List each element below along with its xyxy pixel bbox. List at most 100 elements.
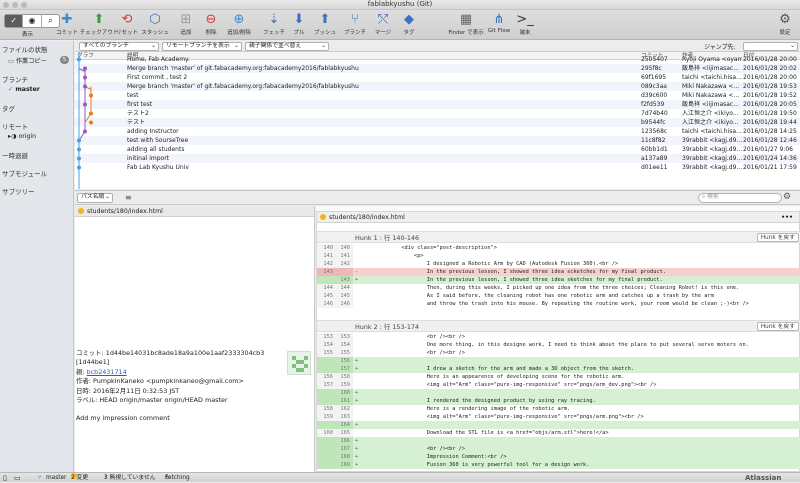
table-row[interactable]: first test f2fd539 飯島祥 <iijimasac... 2016/0… xyxy=(75,100,800,109)
line-sign xyxy=(355,429,358,437)
tag-icon: ◆ xyxy=(404,12,414,27)
commit-date: 2016/01/28 20:00 xyxy=(743,56,797,63)
diff-line[interactable]: 155 155 <br /><br /> xyxy=(317,349,800,357)
addremove-button[interactable]: ⊕ 追加/削除 xyxy=(224,12,254,36)
list-view-icon[interactable]: ≡ xyxy=(125,193,132,203)
parent-hash-link[interactable]: bcb2431714 xyxy=(87,368,127,376)
commit-author: Ryoji Oyama <oyama... xyxy=(682,56,742,63)
terminal-button[interactable]: >_ 端末 xyxy=(510,12,540,36)
branch-filter-dropdown[interactable]: すべてのブランチ ⌄ xyxy=(79,42,159,51)
line-text: <img alt="Arm" class="pure-img-responsiv… xyxy=(363,382,657,388)
diff-line[interactable]: 153 153 <br /><br /> xyxy=(317,333,800,341)
diff-line[interactable]: 144 144 Then, during this weeks, I picked… xyxy=(317,284,800,292)
search-input[interactable]: ⌕ 検索 xyxy=(698,193,782,203)
settings-button[interactable]: ⚙ 設定 xyxy=(770,12,800,36)
diff-line[interactable]: 167 + <br /><br /> xyxy=(317,445,800,453)
diff-line[interactable]: 161 + I rendered the designed product by … xyxy=(317,397,800,405)
finder-button[interactable]: ▦ Finder で表示 xyxy=(448,12,483,36)
table-row[interactable]: test with SourseTree 11c8f82 39rabbit <kag… xyxy=(75,136,800,145)
commit-desc: test with SourseTree xyxy=(127,137,189,144)
author-label: 作者: xyxy=(76,377,91,386)
diff-line[interactable]: 141 141 <p> xyxy=(317,252,800,260)
remote-filter-dropdown[interactable]: リモートブランチを表示 ⌄ xyxy=(162,42,242,51)
diff-line[interactable]: 168 + Impression Comment:<br /> xyxy=(317,453,800,461)
diff-line[interactable]: 142 142 I designed a Robotic Arm by CAD (… xyxy=(317,260,800,268)
commit-node xyxy=(83,129,87,134)
diff-line[interactable]: 158 162 Here is a rendering image of the … xyxy=(317,405,800,413)
line-number: 156 xyxy=(340,358,350,364)
line-number: 142 xyxy=(340,261,350,267)
eye-icon[interactable]: ◉ xyxy=(23,15,42,27)
diff-line[interactable]: 160 165 Download the STL file is <a href=… xyxy=(317,429,800,437)
diff-line[interactable]: 166 + xyxy=(317,437,800,445)
sidebar-item-working-copy[interactable]: ▭ 作業コピー 5 xyxy=(0,55,73,66)
line-number: 146 xyxy=(323,301,333,307)
commit-commit: d39c600 xyxy=(641,92,668,99)
line-sign xyxy=(355,252,358,260)
diff-line[interactable]: 157 + I drew a sketch for the arm and mad… xyxy=(317,365,800,373)
diff-line[interactable]: 143 + In the previous lesson, I showed th… xyxy=(317,276,800,284)
sidebar-item-origin[interactable]: ▸◑ origin xyxy=(0,132,73,141)
sort-by-path-dropdown[interactable]: パス名順 ⌄ xyxy=(77,193,113,203)
sidebar-header-remotes[interactable]: リモート xyxy=(0,118,73,132)
diff-line[interactable]: 145 145 As I said before, the cleaning ro… xyxy=(317,292,800,300)
table-row[interactable]: Fab Lab Kyushu Univ d01ee11 39rabbit <kagj… xyxy=(75,163,800,172)
table-row[interactable]: First commit , test 2 69f1695 taichi <taic… xyxy=(75,73,800,82)
discard-hunk-button[interactable]: Hunk を戻す xyxy=(756,233,799,242)
tag-button[interactable]: ◆ タグ xyxy=(394,12,424,36)
sidebar-header-tags[interactable]: タグ xyxy=(0,100,73,114)
chevron-down-icon: ⌄ xyxy=(234,43,239,49)
diff-line[interactable]: 154 154 One more thing, in this designe w… xyxy=(317,341,800,349)
line-number: 162 xyxy=(340,406,350,412)
chevron-down-icon: ⌄ xyxy=(105,194,110,200)
jump-to-dropdown[interactable]: ⌄ xyxy=(743,42,798,51)
table-row[interactable]: adding Instructor 123568c taichi <taichi.h… xyxy=(75,127,800,136)
sidebar-header-submodules[interactable]: サブモジュール xyxy=(0,165,73,179)
line-sign: + xyxy=(355,462,359,468)
table-row[interactable]: Merge branch 'master' of git.fabacademy.… xyxy=(75,82,800,91)
line-text: Fusion 360 is very powerful tool for a d… xyxy=(363,462,590,468)
more-options-icon[interactable]: ••• xyxy=(781,212,793,223)
diff-line[interactable]: 156 + xyxy=(317,357,800,365)
diff-line[interactable]: 157 159 <img alt="Arm" class="pure-img-re… xyxy=(317,381,800,389)
commit-author: taichi <taichi.hisa... xyxy=(682,74,742,81)
sidebar-item-master[interactable]: ✓ master xyxy=(0,85,73,94)
table-row[interactable]: Home, Fab Academy. 2505407 Ryoji Oyama <oy… xyxy=(75,55,800,64)
terminal-icon: >_ xyxy=(516,12,534,27)
chevron-down-icon: ⌄ xyxy=(790,43,795,49)
discard-hunk-button[interactable]: Hunk を戻す xyxy=(756,322,799,331)
diff-line[interactable]: 143 - In the previous lesson, I showed th… xyxy=(317,268,800,276)
line-sign: - xyxy=(355,269,359,275)
diff-line[interactable]: 156 158 Here is an appearence of developi… xyxy=(317,373,800,381)
table-row[interactable]: test d39c600 Miki Nakazawa <... 2016/01/28 … xyxy=(75,91,800,100)
commit-author: taichi <taichi.hisa... xyxy=(682,128,742,135)
commit-date: 2016/01/28 19:52 xyxy=(743,92,797,99)
diff-line[interactable]: 160 + xyxy=(317,389,800,397)
diff-line[interactable]: 140 140 <div class="post-description"> xyxy=(317,244,800,252)
line-number: 160 xyxy=(323,430,333,436)
gear-icon[interactable]: ⚙ xyxy=(783,192,791,202)
table-row[interactable]: adding all students 60bb1d1 39rabbit <kagj… xyxy=(75,145,800,154)
diff-line[interactable]: 164 + xyxy=(317,421,800,429)
line-number: 143 xyxy=(323,269,333,275)
diff-line[interactable]: 146 146 and throw the trash into his mous… xyxy=(317,300,800,308)
sidebar-header-stashes[interactable]: 一時退避 xyxy=(0,147,73,161)
line-sign: + xyxy=(355,454,359,460)
table-row[interactable]: テスト b9544fc 入江恒之介 <ikiyo... 2016/01/28 19:4… xyxy=(75,118,800,127)
diff-card: students/180/index.html ••• Hunk 1 : 行 14… xyxy=(316,211,800,472)
commit-list[interactable]: グラフ 説明 コミット 作者 日付 Home, Fab Academy. 2505… xyxy=(75,52,800,189)
line-sign xyxy=(355,333,358,341)
sidebar-header-branches[interactable]: ブランチ xyxy=(0,71,73,85)
file-list-item[interactable]: students/180/index.html xyxy=(75,206,314,217)
diff-line[interactable]: 169 + Fusion 360 is very powerful tool fo… xyxy=(317,461,800,469)
diff-line[interactable]: 159 163 <img alt="Arm" class="pure-img-re… xyxy=(317,413,800,421)
table-row[interactable]: initinal import a137a89 39rabbit <kagj.d9.… xyxy=(75,154,800,163)
commit-author: 飯島祥 <iijimasac... xyxy=(682,101,739,108)
commit-commit: a137a89 xyxy=(641,155,668,162)
sidebar-header-subtrees[interactable]: サブツリー xyxy=(0,183,73,197)
table-row[interactable]: テスト2 7d74b40 入江恒之介 <ikiyo... 2016/01/28 19:… xyxy=(75,109,800,118)
sort-dropdown[interactable]: 親子関係で並べ替え ⌄ xyxy=(245,42,329,51)
table-row[interactable]: Merge branch 'master' of git.fabacademy.… xyxy=(75,64,800,73)
checkmark-icon[interactable]: ✓ xyxy=(5,15,24,27)
sidebar-header-file-status[interactable]: ファイルの状態 xyxy=(0,41,73,55)
